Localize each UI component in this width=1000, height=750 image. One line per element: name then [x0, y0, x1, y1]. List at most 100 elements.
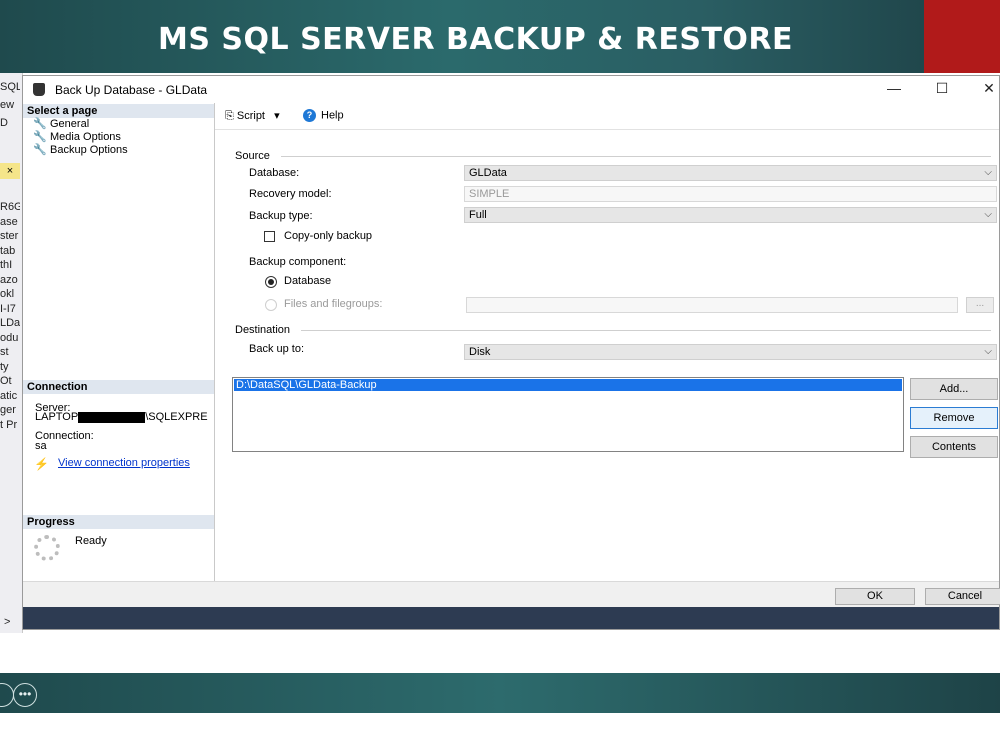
progress-spinner-icon — [34, 535, 60, 561]
ssms-fragment: D — [0, 117, 8, 129]
ssms-fragment: I-I7 — [0, 303, 16, 315]
ssms-fragment: tab — [0, 245, 16, 257]
ssms-fragment: ster — [0, 230, 19, 242]
general-page: Source Database: GLData ⌵ Recovery model:… — [215, 130, 999, 581]
wrench-icon: 🔧 — [33, 118, 47, 130]
add-button[interactable]: Add... — [910, 378, 998, 400]
left-pane: Select a page 🔧 General 🔧 Media Options 🔧 B… — [23, 103, 215, 581]
ssms-background-strip: SQL ew D × R6G ase ster tab thI azo okl … — [0, 73, 23, 633]
backup-component-label: Backup component: — [249, 256, 347, 268]
server-suffix: \SQLEXPRE — [145, 411, 208, 423]
back-up-to-value: Disk — [469, 346, 491, 358]
component-files-radio[interactable] — [265, 299, 277, 311]
minimize-button[interactable]: — — [879, 80, 909, 96]
chevron-down-icon: ⌵ — [984, 209, 992, 220]
script-button[interactable]: ⎘ Script ▾ — [225, 109, 280, 123]
back-up-to-label: Back up to: — [249, 343, 305, 355]
view-connection-properties-link[interactable]: View connection properties — [58, 457, 190, 469]
close-tab-icon[interactable]: × — [0, 163, 20, 179]
copy-only-label: Copy-only backup — [284, 230, 373, 242]
component-database-radio[interactable] — [265, 276, 277, 288]
list-item[interactable]: D:\DataSQL\GLData-Backup — [234, 379, 902, 391]
script-icon: ⎘ — [225, 110, 234, 122]
ssms-fragment: ger — [0, 404, 16, 416]
server-value: LAPTOP \SQLEXPRE — [35, 411, 208, 423]
source-divider — [281, 156, 991, 157]
ssms-fragment: SQL — [0, 81, 20, 93]
ssms-fragment: ew — [0, 99, 15, 111]
ssms-fragment: okl — [0, 288, 15, 300]
cancel-button[interactable]: Cancel — [925, 588, 1000, 605]
copy-only-checkbox[interactable] — [264, 231, 275, 242]
chevron-down-icon: ⌵ — [984, 346, 992, 357]
ssms-fragment: R6G — [0, 201, 20, 213]
ssms-fragment: atic — [0, 390, 18, 402]
page-item-general[interactable]: 🔧 General — [33, 118, 89, 131]
browse-button[interactable]: ... — [966, 297, 994, 313]
database-icon — [33, 83, 45, 96]
ssms-fragment: st — [0, 346, 9, 358]
more-options-icon[interactable]: ••• — [13, 683, 37, 707]
filegroups-field[interactable] — [466, 297, 958, 313]
page-item-media-options[interactable]: 🔧 Media Options — [33, 131, 121, 144]
backup-type-value: Full — [469, 209, 487, 221]
slide-footer: ••• — [0, 673, 1000, 713]
select-page-header: Select a page — [23, 104, 214, 118]
backup-type-select[interactable]: Full ⌵ — [464, 207, 997, 223]
progress-status: Ready — [75, 535, 107, 547]
accent-block — [924, 0, 1000, 73]
ssms-fragment: t Pr — [0, 419, 18, 431]
destination-list[interactable]: D:\DataSQL\GLData-Backup — [232, 377, 904, 452]
dialog-title: Back Up Database - GLData — [55, 83, 208, 97]
slide-title: MS SQL SERVER BACKUP & RESTORE — [158, 22, 794, 57]
ssms-fragment: thI — [0, 259, 13, 271]
component-database-label: Database — [284, 275, 332, 287]
ssms-fragment: LDa — [0, 317, 20, 329]
nav-icon[interactable] — [0, 683, 14, 707]
dialog-toolbar: ⎘ Script ▾ ? Help — [215, 103, 999, 130]
ssms-fragment: azo — [0, 274, 18, 286]
source-group-label: Source — [235, 150, 270, 162]
recovery-model-label: Recovery model: — [249, 188, 332, 200]
script-label: Script — [236, 110, 265, 122]
server-prefix: LAPTOP — [35, 411, 79, 423]
scroll-arrow-icon[interactable]: > — [4, 616, 24, 628]
slide-bottom-margin — [0, 713, 1000, 750]
page-item-label: Backup Options — [50, 144, 128, 156]
dialog-titlebar: Back Up Database - GLData — ☐ ✕ — [23, 76, 999, 103]
help-button[interactable]: ? Help — [303, 109, 344, 122]
connection-value: sa — [35, 440, 47, 452]
help-icon: ? — [303, 109, 316, 122]
maximize-button[interactable]: ☐ — [927, 80, 957, 97]
database-select[interactable]: GLData ⌵ — [464, 165, 997, 181]
slide-header: MS SQL SERVER BACKUP & RESTORE — [0, 0, 1000, 73]
ok-button[interactable]: OK — [835, 588, 915, 605]
connection-header: Connection — [23, 380, 214, 394]
database-label: Database: — [249, 167, 300, 179]
chevron-down-icon[interactable]: ▾ — [274, 110, 280, 122]
plug-icon: ⚡ — [34, 457, 49, 471]
ssms-fragment: Ot — [0, 375, 12, 387]
destination-divider — [301, 330, 991, 331]
redaction-bar — [78, 411, 146, 423]
wrench-icon: 🔧 — [33, 144, 47, 156]
database-value: GLData — [469, 167, 507, 179]
backup-database-dialog: Back Up Database - GLData — ☐ ✕ Select a… — [22, 75, 1000, 630]
page-item-label: General — [50, 118, 90, 130]
dialog-button-bar: OK Cancel — [23, 581, 1000, 608]
ssms-fragment: ty — [0, 361, 9, 373]
remove-button[interactable]: Remove — [910, 407, 998, 429]
backup-type-label: Backup type: — [249, 210, 313, 222]
close-button[interactable]: ✕ — [974, 80, 1000, 97]
wrench-icon: 🔧 — [33, 131, 47, 143]
page-item-backup-options[interactable]: 🔧 Backup Options — [33, 144, 128, 157]
main-pane: ⎘ Script ▾ ? Help Source Database: GLData… — [215, 103, 999, 581]
back-up-to-select[interactable]: Disk ⌵ — [464, 344, 997, 360]
component-files-label: Files and filegroups: — [284, 298, 383, 310]
destination-group-label: Destination — [235, 324, 291, 336]
ssms-fragment: odu — [0, 332, 19, 344]
recovery-model-field: SIMPLE — [464, 186, 997, 202]
contents-button[interactable]: Contents — [910, 436, 998, 458]
chevron-down-icon: ⌵ — [984, 167, 992, 178]
window-bottom-band — [23, 607, 999, 629]
